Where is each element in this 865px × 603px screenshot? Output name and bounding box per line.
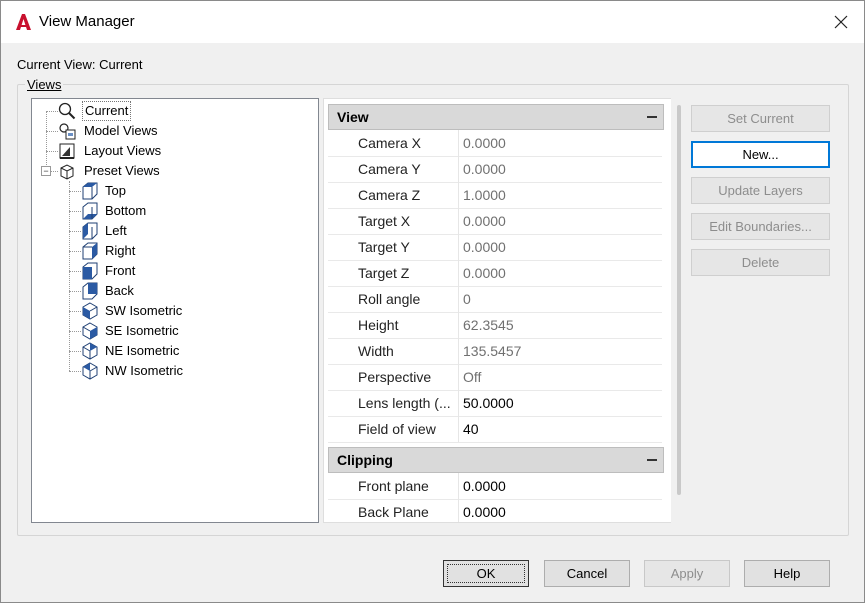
tree-connector — [69, 331, 81, 332]
tree-connector — [46, 151, 58, 152]
tree-connector — [69, 211, 81, 212]
collapse-toggle[interactable]: − — [41, 166, 51, 176]
section-title: View — [337, 109, 369, 125]
tree-connector — [69, 291, 81, 292]
property-row[interactable]: Perspective Off — [328, 364, 662, 391]
property-row[interactable]: Back Plane 0.0000 — [328, 499, 662, 522]
new-button[interactable]: New... — [691, 141, 830, 168]
ok-button[interactable]: OK — [443, 560, 529, 587]
delete-button[interactable]: Delete — [691, 249, 830, 276]
property-row[interactable]: Target Y 0.0000 — [328, 234, 662, 261]
view-section-header[interactable]: View — [328, 104, 664, 130]
edit-boundaries-button[interactable]: Edit Boundaries... — [691, 213, 830, 240]
properties-scrollbar[interactable] — [677, 105, 681, 495]
cube-back-icon — [82, 282, 98, 300]
property-row[interactable]: Camera Z 1.0000 — [328, 182, 662, 209]
property-row[interactable]: Camera Y 0.0000 — [328, 156, 662, 183]
tree-connector — [69, 251, 81, 252]
layout-views-icon — [59, 143, 75, 159]
tree-item-label: Layout Views — [84, 143, 162, 158]
property-row[interactable]: Target X 0.0000 — [328, 208, 662, 235]
tree-connector — [69, 191, 81, 192]
tree-item-label: Top — [105, 183, 126, 198]
tree-item-label: Bottom — [105, 203, 147, 218]
cube-top-icon — [82, 182, 98, 200]
tree-connector — [69, 371, 81, 372]
tree-item-label: NE Isometric — [105, 343, 180, 358]
view-manager-dialog: View Manager Current View: Current Views… — [0, 0, 865, 603]
tree-item-label: Front — [105, 263, 136, 278]
iso-sw-icon — [82, 302, 98, 320]
property-row[interactable]: Height 62.3545 — [328, 312, 662, 339]
iso-ne-icon — [82, 342, 98, 360]
clipping-section-header[interactable]: Clipping — [328, 447, 664, 473]
cancel-button[interactable]: Cancel — [544, 560, 630, 587]
tree-connector — [46, 111, 58, 112]
tree-connector — [69, 351, 81, 352]
cube-right-icon — [82, 242, 98, 260]
current-view-label: Current View: Current — [17, 57, 143, 72]
apply-button[interactable]: Apply — [644, 560, 730, 587]
cube-bottom-icon — [82, 202, 98, 220]
tree-item-label: Current — [82, 101, 132, 121]
cube-front-icon — [82, 262, 98, 280]
tree-item-label: Right — [105, 243, 136, 258]
properties-panel[interactable]: View Camera X 0.0000 Camera Y 0.0000 Camer… — [323, 98, 671, 523]
property-row[interactable]: Roll angle 0 — [328, 286, 662, 313]
autocad-app-icon — [16, 14, 31, 30]
tree-item-label: NW Isometric — [105, 363, 183, 378]
tree-connector — [50, 171, 58, 172]
section-title: Clipping — [337, 452, 393, 468]
property-row[interactable]: Field of view 40 — [328, 416, 662, 443]
tree-item-label: SE Isometric — [105, 323, 179, 338]
collapse-icon[interactable] — [647, 459, 657, 461]
iso-se-icon — [82, 322, 98, 340]
property-row[interactable]: Camera X 0.0000 — [328, 130, 662, 157]
views-group-label: Views — [25, 77, 64, 92]
window-title: View Manager — [39, 13, 135, 30]
cube-left-icon — [82, 222, 98, 240]
tree-connector — [69, 271, 81, 272]
tree-item-label: Back — [105, 283, 134, 298]
magnifier-icon — [58, 102, 76, 120]
collapse-icon[interactable] — [647, 116, 657, 118]
property-row[interactable]: Target Z 0.0000 — [328, 260, 662, 287]
tree-connector — [69, 231, 81, 232]
property-row[interactable]: Front plane 0.0000 — [328, 473, 662, 500]
tree-item-label: Left — [105, 223, 127, 238]
model-views-icon — [59, 123, 76, 140]
update-layers-button[interactable]: Update Layers — [691, 177, 830, 204]
help-button[interactable]: Help — [744, 560, 830, 587]
tree-item-label: SW Isometric — [105, 303, 183, 318]
preset-views-cube-icon — [60, 164, 74, 180]
close-icon[interactable] — [828, 9, 854, 35]
tree-connector — [46, 131, 58, 132]
set-current-button[interactable]: Set Current — [691, 105, 830, 132]
property-row[interactable]: Lens length (... 50.0000 — [328, 390, 662, 417]
iso-nw-icon — [82, 362, 98, 380]
tree-item-label: Preset Views — [84, 163, 160, 178]
ok-button-label: OK — [447, 564, 525, 583]
tree-connector — [46, 111, 47, 171]
tree-item-label: Model Views — [84, 123, 158, 138]
tree-connector — [69, 181, 70, 371]
property-row[interactable]: Width 135.5457 — [328, 338, 662, 365]
title-bar: View Manager — [1, 1, 864, 43]
tree-connector — [69, 311, 81, 312]
views-tree[interactable]: Current Model Views Layout Views − Prese… — [31, 98, 319, 523]
